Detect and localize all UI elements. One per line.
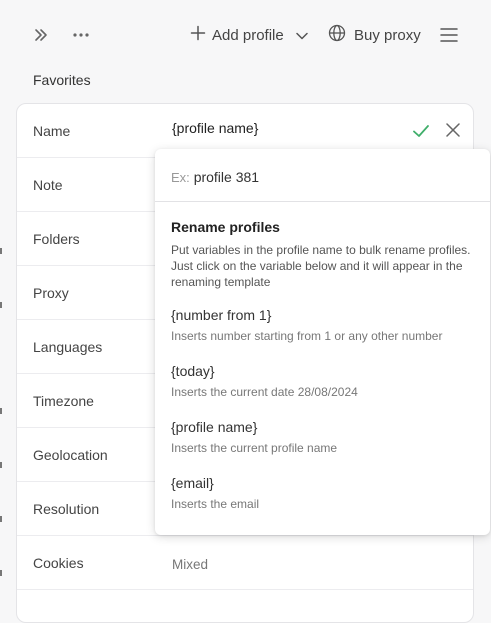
edge-marker [0, 408, 2, 414]
example-value: profile 381 [193, 169, 260, 185]
variable-profile-name[interactable]: {profile name} Inserts the current profi… [171, 419, 471, 455]
note-label: Note [33, 176, 63, 193]
popup-description: Put variables in the profile name to bul… [171, 243, 471, 289]
edge-marker [0, 570, 2, 576]
popup-heading: Rename profiles [171, 219, 280, 235]
variable-token: {number from 1} [171, 307, 272, 323]
section-title: Favorites [33, 72, 91, 88]
name-label: Name [33, 122, 71, 139]
variable-today[interactable]: {today} Inserts the current date 28/08/2… [171, 363, 471, 399]
expand-icon[interactable] [30, 24, 52, 46]
edge-marker [0, 516, 2, 522]
cookies-label: Cookies [33, 554, 84, 571]
folders-label: Folders [33, 230, 80, 247]
timezone-label: Timezone [33, 392, 94, 409]
variable-token: {email} [171, 475, 214, 491]
edge-marker [0, 462, 2, 468]
variable-hint: Inserts number starting from 1 or any ot… [171, 329, 443, 343]
example-prefix: Ex: [171, 170, 190, 185]
variable-token: {profile name} [171, 419, 258, 435]
close-icon[interactable] [445, 122, 461, 138]
cookies-value: Mixed [172, 557, 209, 572]
variable-hint: Inserts the current profile name [171, 441, 338, 455]
variable-email[interactable]: {email} Inserts the email [171, 475, 471, 511]
plus-icon [190, 25, 206, 45]
more-options-icon[interactable] [70, 24, 92, 46]
variable-token: {today} [171, 363, 215, 379]
resolution-label: Resolution [33, 500, 100, 517]
buy-proxy-button[interactable]: Buy proxy [328, 24, 421, 46]
globe-icon [328, 24, 346, 46]
chevron-down-icon[interactable] [295, 27, 308, 44]
variable-hint: Inserts the email [171, 497, 260, 511]
proxy-label: Proxy [33, 284, 69, 301]
divider [155, 201, 490, 202]
add-profile-label: Add profile [212, 26, 284, 44]
hamburger-menu-icon[interactable] [438, 24, 460, 46]
edge-marker [0, 248, 2, 254]
variable-number-from-1[interactable]: {number from 1} Inserts number starting … [171, 307, 471, 343]
buy-proxy-label: Buy proxy [354, 26, 421, 44]
edge-marker [0, 302, 2, 308]
form-row-cookies[interactable]: Cookies Mixed [17, 536, 473, 590]
name-example: Ex: profile 381 [171, 169, 259, 185]
geolocation-label: Geolocation [33, 446, 108, 463]
toolbar: Add profile Buy proxy [0, 0, 491, 70]
check-icon[interactable] [412, 122, 430, 140]
variable-hint: Inserts the current date 28/08/2024 [171, 385, 358, 399]
name-input[interactable]: {profile name} [172, 120, 258, 136]
add-profile-button[interactable]: Add profile [190, 24, 308, 46]
languages-label: Languages [33, 338, 103, 355]
rename-profiles-popup: Ex: profile 381 Rename profiles Put vari… [155, 149, 490, 535]
